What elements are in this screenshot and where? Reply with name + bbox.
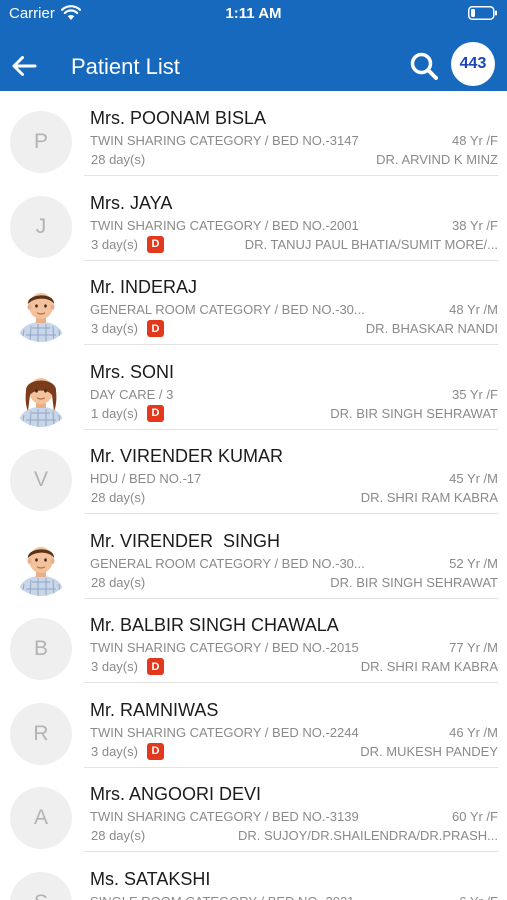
patient-name: Mr. RAMNIWAS — [90, 699, 219, 720]
patient-avatar: S — [10, 871, 72, 900]
search-icon — [410, 52, 438, 80]
patient-doctor: DR. SHRI RAM KABRA — [360, 659, 498, 674]
patient-room-category: GENERAL ROOM CATEGORY / BED NO.-30... — [90, 555, 365, 571]
patient-age-sex: 48 Yr /F — [451, 133, 498, 148]
patient-row[interactable]: J Mrs. JAYA TWIN SHARING CATEGORY / BED … — [0, 176, 507, 261]
patient-stay-days: 3 day(s) — [91, 659, 138, 674]
patient-age-sex: 6 Yr /F — [459, 894, 498, 900]
patient-row[interactable]: V Mr. VIRENDER KUMAR HDU / BED NO.-17 45… — [0, 429, 507, 514]
patient-avatar: B — [10, 618, 72, 680]
patient-avatar: R — [10, 702, 72, 765]
patient-row[interactable]: Mr. INDERAJ GENERAL ROOM CATEGORY / BED … — [0, 260, 507, 345]
patient-row[interactable]: A Mrs. ANGOORI DEVI TWIN SHARING CATEGOR… — [0, 767, 507, 852]
patient-name: Mr. INDERAJ — [90, 277, 198, 297]
patient-name: Mr. VIRENDER SINGH — [90, 530, 281, 551]
patient-row[interactable]: S Ms. SATAKSHI SINGLE ROOM CATEGORY / BE… — [0, 852, 507, 900]
patient-room-category: TWIN SHARING CATEGORY / BED NO.-2244 — [90, 724, 359, 740]
patient-doctor: DR. SHRI RAM KABRA — [360, 490, 498, 505]
patient-row[interactable]: R Mr. RAMNIWAS TWIN SHARING CATEGORY / B… — [0, 683, 507, 768]
patient-avatar: V — [10, 449, 72, 511]
patient-age-sex: 60 Yr /F — [451, 809, 498, 824]
patient-name: Mrs. POONAM BISLA — [90, 108, 267, 128]
page-title: Patient List — [71, 54, 180, 79]
patient-doctor: DR. TANUJ PAUL BHATIA/SUMIT MORE/... — [244, 236, 498, 252]
patient-age-sex: 45 Yr /M — [449, 471, 498, 486]
discharge-badge: D — [146, 320, 164, 337]
back-button[interactable] — [8, 50, 40, 82]
patient-photo-avatar — [10, 280, 72, 342]
patient-name: Mrs. ANGOORI DEVI — [90, 784, 262, 804]
patient-age-sex: 48 Yr /M — [449, 302, 498, 317]
patient-list: P Mrs. POONAM BISLA TWIN SHARING CATEGOR… — [0, 91, 507, 900]
patient-room-category: SINGLE ROOM CATEGORY / BED NO.-2021 — [90, 894, 390, 900]
patient-age-sex: 38 Yr /F — [451, 217, 498, 233]
battery-icon — [468, 6, 497, 20]
status-bar: Carrier 1:11 AM — [0, 0, 507, 28]
patient-avatar: A — [10, 787, 72, 849]
patient-age-sex: 77 Yr /M — [449, 640, 498, 655]
patient-room-category: HDU / BED NO.-17 — [90, 471, 202, 486]
patient-stay-days: 1 day(s) — [91, 405, 138, 421]
patient-name: Mr. VIRENDER KUMAR — [90, 446, 284, 466]
patient-room-category: GENERAL ROOM CATEGORY / BED NO.-30... — [90, 302, 365, 317]
discharge-badge: D — [146, 235, 164, 253]
patient-name: Mrs. JAYA — [90, 192, 173, 213]
patient-room-category: TWIN SHARING CATEGORY / BED NO.-2015 — [90, 640, 359, 655]
patient-stay-days: 28 day(s) — [91, 574, 146, 590]
patient-name: Mr. BALBIR SINGH CHAWALA — [90, 615, 339, 635]
patient-name: Ms. SATAKSHI — [90, 868, 211, 889]
patient-age-sex: 35 Yr /F — [451, 386, 498, 402]
app-header: Carrier 1:11 AM Patient List 443 — [0, 0, 507, 91]
discharge-badge: D — [146, 404, 164, 422]
patient-room-category: TWIN SHARING CATEGORY / BED NO.-2001 — [90, 217, 359, 233]
discharge-badge: D — [146, 658, 164, 675]
patient-row[interactable]: Mr. VIRENDER SINGH GENERAL ROOM CATEGORY… — [0, 514, 507, 599]
patient-doctor: DR. BIR SINGH SEHRAWAT — [330, 574, 498, 590]
search-button[interactable] — [407, 49, 441, 83]
patient-stay-days: 3 day(s) — [91, 236, 138, 252]
patient-stay-days: 28 day(s) — [91, 490, 146, 505]
patient-stay-days: 3 day(s) — [91, 321, 138, 336]
patient-photo-avatar — [10, 534, 72, 596]
status-time: 1:11 AM — [225, 5, 282, 22]
patient-stay-days: 28 day(s) — [91, 828, 146, 843]
patient-name: Mrs. SONI — [90, 361, 174, 382]
patient-photo-avatar — [10, 365, 72, 427]
discharge-badge: D — [146, 742, 164, 760]
patient-stay-days: 28 day(s) — [91, 152, 146, 167]
patient-stay-days: 3 day(s) — [91, 743, 138, 759]
patient-row[interactable]: Mrs. SONI DAY CARE / 3 35 Yr /F 1 day(s)… — [0, 345, 507, 430]
patient-doctor: DR. BIR SINGH SEHRAWAT — [330, 405, 498, 421]
patient-room-category: DAY CARE / 3 — [90, 386, 174, 402]
patient-row[interactable]: B Mr. BALBIR SINGH CHAWALA TWIN SHARING … — [0, 598, 507, 683]
patient-count-badge[interactable]: 443 — [451, 42, 495, 86]
patient-row[interactable]: P Mrs. POONAM BISLA TWIN SHARING CATEGOR… — [0, 91, 507, 176]
patient-doctor: DR. MUKESH PANDEY — [360, 743, 498, 759]
nav-bar: Patient List 443 — [0, 40, 507, 91]
patient-room-category: TWIN SHARING CATEGORY / BED NO.-3139 — [90, 809, 359, 824]
patient-room-category: TWIN SHARING CATEGORY / BED NO.-3147 — [90, 133, 359, 148]
patient-doctor: DR. BHASKAR NANDI — [365, 321, 498, 336]
arrow-left-icon — [12, 56, 37, 76]
patient-avatar: J — [10, 195, 72, 258]
patient-avatar: P — [10, 111, 72, 173]
patient-age-sex: 46 Yr /M — [449, 724, 498, 740]
patient-doctor: DR. ARVIND K MINZ — [376, 152, 498, 167]
patient-age-sex: 52 Yr /M — [449, 555, 498, 571]
patient-doctor: DR. SUJOY/DR.SHAILENDRA/DR.PRASH... — [237, 828, 498, 843]
